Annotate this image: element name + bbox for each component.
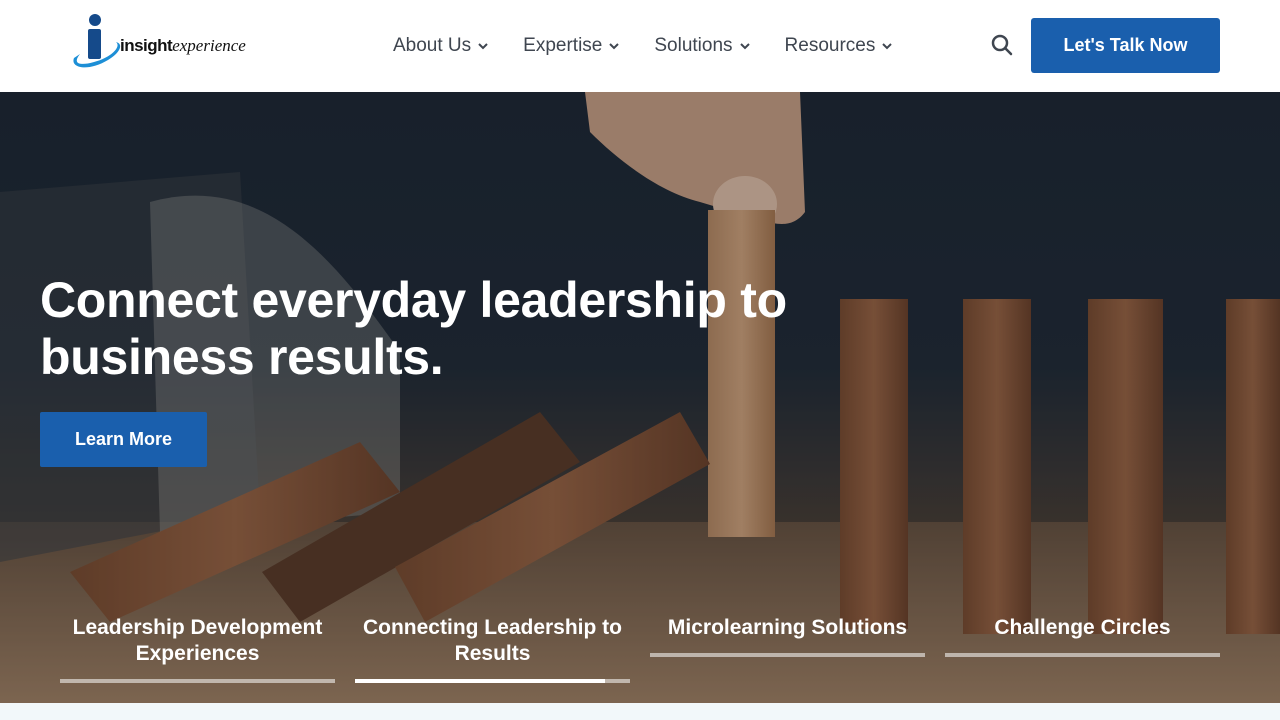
nav-item-solutions[interactable]: Solutions bbox=[654, 35, 750, 57]
slider-tab-challenge-circles[interactable]: Challenge Circles bbox=[945, 615, 1220, 657]
slider-tab-microlearning[interactable]: Microlearning Solutions bbox=[650, 615, 925, 657]
slider-tab-label: Connecting Leadership to Results bbox=[362, 616, 622, 665]
logo-wordmark: insightexperience bbox=[120, 36, 246, 56]
nav-label: Solutions bbox=[654, 35, 733, 56]
next-section-edge bbox=[0, 703, 1280, 720]
chevron-down-icon bbox=[739, 43, 750, 50]
slider-tab-label: Microlearning Solutions bbox=[667, 616, 908, 639]
slider-tab-progress-fill bbox=[355, 679, 606, 683]
search-icon[interactable] bbox=[990, 33, 1014, 57]
hero-headline: Connect everyday leadership to business … bbox=[40, 272, 787, 385]
chevron-down-icon bbox=[882, 43, 893, 50]
logo-word-insight: insight bbox=[120, 36, 173, 55]
logo[interactable]: insightexperience bbox=[70, 14, 260, 72]
site-header: insightexperience About Us Expertise Sol… bbox=[0, 0, 1280, 92]
hero-slider-tabs: Leadership Development Experiences Conne… bbox=[60, 615, 1220, 685]
chevron-down-icon bbox=[478, 43, 488, 50]
nav-label: Expertise bbox=[523, 35, 603, 56]
nav-item-resources[interactable]: Resources bbox=[785, 35, 894, 57]
hero-banner: Connect everyday leadership to business … bbox=[0, 92, 1280, 703]
nav-label: Resources bbox=[784, 35, 876, 56]
slider-tab-progress bbox=[650, 653, 925, 657]
nav-item-expertise[interactable]: Expertise bbox=[523, 35, 620, 57]
nav-item-about-us[interactable]: About Us bbox=[393, 35, 489, 57]
slider-tab-label: Challenge Circles bbox=[994, 616, 1171, 639]
slider-tab-leadership-development[interactable]: Leadership Development Experiences bbox=[60, 615, 335, 683]
lets-talk-now-button[interactable]: Let's Talk Now bbox=[1031, 18, 1220, 73]
main-nav: About Us Expertise Solutions Resources bbox=[393, 0, 927, 92]
slider-tab-label: Leadership Development Experiences bbox=[72, 616, 323, 665]
nav-label: About Us bbox=[393, 35, 472, 56]
hero-overlay bbox=[0, 92, 1280, 703]
slider-tab-progress bbox=[60, 679, 335, 683]
logo-word-experience: experience bbox=[172, 36, 246, 55]
slider-tab-connecting-leadership[interactable]: Connecting Leadership to Results bbox=[355, 615, 630, 683]
chevron-down-icon bbox=[609, 43, 620, 50]
slider-tab-progress bbox=[945, 653, 1220, 657]
slider-tab-progress bbox=[355, 679, 630, 683]
learn-more-button[interactable]: Learn More bbox=[40, 412, 207, 467]
